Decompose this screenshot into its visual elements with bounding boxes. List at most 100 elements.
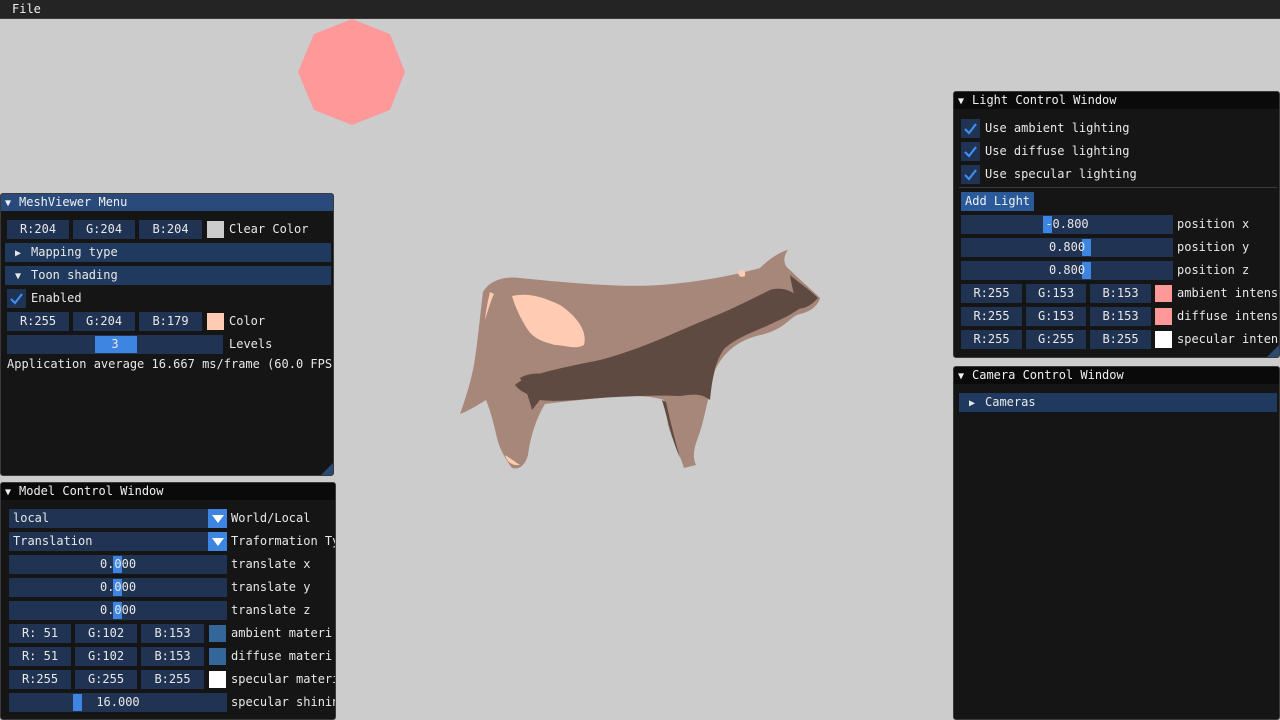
ambient-material-swatch[interactable] xyxy=(209,625,226,642)
clear-color-label: Clear Color xyxy=(229,222,309,236)
clear-color-g-field[interactable]: G:204 xyxy=(73,220,135,239)
levels-label: Levels xyxy=(229,337,273,351)
menu-file[interactable]: File xyxy=(12,2,41,16)
transformation-type-combo[interactable]: Translation xyxy=(9,532,227,551)
ambient-material-g-field[interactable]: G:102 xyxy=(75,624,137,643)
ambient-material-label: ambient materi xyxy=(231,626,333,640)
specular-intensity-label: specular inten xyxy=(1177,332,1279,346)
add-light-button[interactable]: Add Light xyxy=(961,192,1035,211)
toon-shading-label: Toon shading xyxy=(31,268,118,282)
clear-color-r-field[interactable]: R:204 xyxy=(7,220,69,239)
toon-color-g-field[interactable]: G:204 xyxy=(73,312,135,331)
meshviewer-menu-titlebar[interactable]: ▼ MeshViewer Menu xyxy=(1,194,333,211)
mapping-type-label: Mapping type xyxy=(31,245,118,259)
diffuse-intensity-swatch[interactable] xyxy=(1155,308,1172,325)
light-control-window[interactable]: ▼ Light Control Window Use ambient lighti… xyxy=(953,91,1280,358)
position-x-slider[interactable]: -0.800 xyxy=(961,215,1173,234)
specular-intensity-g-field[interactable]: G:255 xyxy=(1026,330,1086,349)
toon-enabled-label: Enabled xyxy=(31,291,82,305)
checkmark-icon xyxy=(964,146,977,158)
chevron-down-icon[interactable] xyxy=(208,509,227,528)
collapse-arrow-icon[interactable]: ▼ xyxy=(5,484,19,501)
collapse-arrow-icon[interactable]: ▼ xyxy=(5,195,19,212)
translate-y-value: 0.000 xyxy=(99,580,137,594)
light-control-titlebar[interactable]: ▼ Light Control Window xyxy=(954,92,1279,109)
toon-shading-header[interactable]: ▼ Toon shading xyxy=(5,266,331,285)
collapse-arrow-icon: ▼ xyxy=(15,271,22,282)
diffuse-material-b-field[interactable]: B:153 xyxy=(141,647,204,666)
cow-model xyxy=(460,250,820,469)
fps-status-text: Application average 16.667 ms/frame (60.… xyxy=(7,357,334,371)
diffuse-intensity-g-field[interactable]: G:153 xyxy=(1026,307,1086,326)
collapse-arrow-icon[interactable]: ▼ xyxy=(958,368,972,385)
diffuse-intensity-label: diffuse intens xyxy=(1177,309,1279,323)
diffuse-material-g-field[interactable]: G:102 xyxy=(75,647,137,666)
toon-enabled-checkbox[interactable] xyxy=(7,289,26,308)
checkmark-icon xyxy=(10,293,23,305)
toon-color-b-field[interactable]: B:179 xyxy=(139,312,202,331)
camera-control-titlebar[interactable]: ▼ Camera Control Window xyxy=(954,367,1279,384)
specular-material-swatch[interactable] xyxy=(209,671,226,688)
specular-material-r-field[interactable]: R:255 xyxy=(9,670,71,689)
specular-intensity-r-field[interactable]: R:255 xyxy=(961,330,1022,349)
use-diffuse-checkbox[interactable] xyxy=(961,142,980,161)
position-z-slider[interactable]: 0.800 xyxy=(961,261,1173,280)
meshviewer-menu-window[interactable]: ▼ MeshViewer Menu R:204 G:204 B:204 Clear… xyxy=(0,193,334,476)
diffuse-intensity-r-field[interactable]: R:255 xyxy=(961,307,1022,326)
ambient-intensity-r-field[interactable]: R:255 xyxy=(961,284,1022,303)
world-local-combo[interactable]: local xyxy=(9,509,227,528)
toon-color-label: Color xyxy=(229,314,266,328)
ambient-intensity-b-field[interactable]: B:153 xyxy=(1090,284,1151,303)
ambient-intensity-label: ambient intens xyxy=(1177,286,1279,300)
world-local-label: World/Local xyxy=(231,511,311,525)
diffuse-material-swatch[interactable] xyxy=(209,648,226,665)
position-y-label: position y xyxy=(1177,240,1250,254)
window-title: Camera Control Window xyxy=(972,368,1124,382)
use-specular-checkbox[interactable] xyxy=(961,165,980,184)
mapping-type-header[interactable]: ▶ Mapping type xyxy=(5,243,331,262)
clear-color-swatch[interactable] xyxy=(207,221,224,238)
ambient-intensity-swatch[interactable] xyxy=(1155,285,1172,302)
position-x-label: position x xyxy=(1177,217,1250,231)
ambient-intensity-g-field[interactable]: G:153 xyxy=(1026,284,1086,303)
divider xyxy=(959,187,1277,188)
camera-control-window[interactable]: ▼ Camera Control Window ▶ Cameras xyxy=(953,366,1280,720)
position-x-value: -0.800 xyxy=(1045,217,1089,231)
chevron-down-icon[interactable] xyxy=(208,532,227,551)
ambient-material-b-field[interactable]: B:153 xyxy=(141,624,204,643)
diffuse-material-r-field[interactable]: R: 51 xyxy=(9,647,71,666)
specular-intensity-b-field[interactable]: B:255 xyxy=(1090,330,1151,349)
collapse-arrow-icon[interactable]: ▼ xyxy=(958,93,972,110)
translate-x-label: translate x xyxy=(231,557,311,571)
resize-grip[interactable] xyxy=(321,463,333,475)
diffuse-intensity-b-field[interactable]: B:153 xyxy=(1090,307,1151,326)
model-control-window[interactable]: ▼ Model Control Window local World/Local … xyxy=(0,482,336,720)
position-y-slider[interactable]: 0.800 xyxy=(961,238,1173,257)
use-specular-label: Use specular lighting xyxy=(985,167,1137,181)
specular-material-b-field[interactable]: B:255 xyxy=(141,670,204,689)
use-diffuse-label: Use diffuse lighting xyxy=(985,144,1130,158)
diffuse-material-label: diffuse materi xyxy=(231,649,333,663)
ambient-material-r-field[interactable]: R: 51 xyxy=(9,624,71,643)
specular-shininess-slider[interactable]: 16.000 xyxy=(9,693,227,712)
use-ambient-checkbox[interactable] xyxy=(961,119,980,138)
transformation-type-value: Translation xyxy=(13,534,93,548)
translate-x-value: 0.000 xyxy=(99,557,137,571)
toon-color-swatch[interactable] xyxy=(207,313,224,330)
specular-intensity-swatch[interactable] xyxy=(1155,331,1172,348)
use-ambient-label: Use ambient lighting xyxy=(985,121,1130,135)
specular-material-g-field[interactable]: G:255 xyxy=(75,670,137,689)
expand-arrow-icon: ▶ xyxy=(969,398,976,409)
translate-y-slider[interactable]: 0.000 xyxy=(9,578,227,597)
model-control-titlebar[interactable]: ▼ Model Control Window xyxy=(1,483,335,500)
toon-color-r-field[interactable]: R:255 xyxy=(7,312,69,331)
expand-arrow-icon: ▶ xyxy=(15,248,22,259)
specular-shininess-value: 16.000 xyxy=(96,695,140,709)
translate-z-slider[interactable]: 0.000 xyxy=(9,601,227,620)
translate-x-slider[interactable]: 0.000 xyxy=(9,555,227,574)
resize-grip[interactable] xyxy=(1267,345,1279,357)
clear-color-b-field[interactable]: B:204 xyxy=(139,220,202,239)
cameras-header[interactable]: ▶ Cameras xyxy=(959,393,1277,412)
specular-material-label: specular materi xyxy=(231,672,336,686)
levels-slider[interactable]: 3 xyxy=(7,335,223,354)
